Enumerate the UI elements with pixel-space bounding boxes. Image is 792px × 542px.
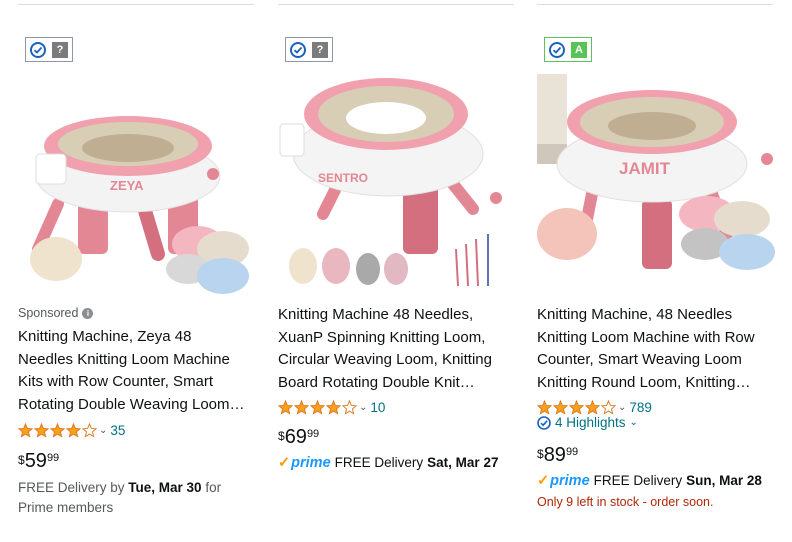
star-icon <box>342 399 357 415</box>
product-image[interactable]: JAMIT <box>537 64 777 296</box>
highlights-label: 4 Highlights <box>555 415 626 430</box>
star-icon <box>18 422 33 438</box>
star-rating[interactable] <box>278 399 357 415</box>
sponsored-text: Sponsored <box>18 306 79 320</box>
delivery-info: ✓ prime FREE Delivery Sun, Mar 28 <box>537 473 762 489</box>
brand-text: ZEYA <box>110 178 144 193</box>
title-line: Knitting Machine 48 Needles, <box>278 306 474 323</box>
extension-badges[interactable]: ? <box>285 37 333 62</box>
star-icon <box>34 422 49 438</box>
chevron-down-icon[interactable]: ⌄ <box>618 402 626 413</box>
title-line: Knitting Machine, 48 Needles <box>537 306 733 323</box>
delivery-date: Sun, Mar 28 <box>686 473 762 488</box>
info-icon[interactable]: i <box>82 307 94 319</box>
rating[interactable]: ⌄ 35 <box>18 421 125 439</box>
star-rating[interactable] <box>537 399 616 415</box>
star-icon <box>537 399 552 415</box>
product-image[interactable]: SENTRO <box>278 64 518 296</box>
title-line: Counter, Smart Weaving Loom <box>537 351 742 368</box>
delivery-info: ✓ prime FREE Delivery Sat, Mar 27 <box>278 455 498 471</box>
star-icon <box>294 399 309 415</box>
price-symbol: $ <box>18 453 25 467</box>
star-icon <box>553 399 568 415</box>
extension-badges[interactable]: ? <box>25 37 73 62</box>
star-icon <box>310 399 325 415</box>
delivery-suffix: for <box>201 480 222 495</box>
stock-warning: Only 9 left in stock - order soon. <box>537 495 714 509</box>
check-circle-icon <box>30 41 46 58</box>
grade-badge: ? <box>52 41 68 58</box>
prime-logo: ✓ prime <box>537 473 590 489</box>
highlights-link[interactable]: 4 Highlights ⌄ <box>537 415 638 430</box>
prime-check-icon: ✓ <box>537 473 550 489</box>
product-image[interactable]: ZEYA <box>18 64 258 296</box>
delivery-info: FREE Delivery by Tue, Mar 30 for Prime m… <box>18 478 256 518</box>
rating-count[interactable]: 10 <box>370 400 385 415</box>
rating-count[interactable]: 35 <box>110 423 125 438</box>
delivery-date: Tue, Mar 30 <box>128 480 202 495</box>
star-icon <box>585 399 600 415</box>
star-icon <box>278 399 293 415</box>
star-icon <box>326 399 341 415</box>
price-whole: 89 <box>543 444 566 466</box>
prime-check-icon: ✓ <box>278 455 291 471</box>
brand-text: JAMIT <box>619 159 671 178</box>
prime-logo: ✓ prime <box>278 455 331 471</box>
product-title[interactable]: Knitting Machine, 48 Needles Knitting Lo… <box>537 304 775 394</box>
rating[interactable]: ⌄ 789 <box>537 398 652 416</box>
price: $ 89 99 <box>537 444 578 466</box>
delivery-prefix: FREE Delivery by <box>18 480 129 495</box>
star-rating[interactable] <box>18 422 97 438</box>
star-icon <box>569 399 584 415</box>
divider <box>278 4 514 5</box>
price-fraction: 99 <box>46 452 60 464</box>
star-icon <box>82 422 97 438</box>
title-line: Knitting Loom Machine with Row <box>537 328 755 346</box>
title-line: Board Rotating Double Knit… <box>278 373 475 391</box>
title-line: Needles Knitting Loom Machine <box>18 350 230 368</box>
check-circle-icon <box>549 41 565 58</box>
sponsored-label[interactable]: Sponsored i <box>18 306 94 320</box>
price-fraction: 99 <box>306 428 320 440</box>
price-symbol: $ <box>278 429 285 443</box>
check-circle-icon <box>537 415 551 430</box>
star-icon <box>66 422 81 438</box>
brand-text: SENTRO <box>318 171 368 185</box>
title-line: Knitting Round Loom, Knitting… <box>537 373 751 391</box>
grade-badge: A <box>571 41 587 58</box>
delivery-prefix: FREE Delivery <box>334 455 424 470</box>
product-title[interactable]: Knitting Machine 48 Needles, XuanP Spinn… <box>278 304 516 394</box>
grade-badge: ? <box>312 41 328 58</box>
price-whole: 69 <box>284 426 307 448</box>
title-line: Kits with Row Counter, Smart <box>18 373 214 390</box>
extension-badges[interactable]: A <box>544 37 592 62</box>
title-line: XuanP Spinning Knitting Loom, <box>278 328 486 346</box>
star-icon <box>601 399 616 415</box>
delivery-prefix: FREE Delivery <box>593 473 683 488</box>
chevron-down-icon: ⌄ <box>629 417 638 428</box>
chevron-down-icon[interactable]: ⌄ <box>99 425 107 436</box>
delivery-date: Sat, Mar 27 <box>427 455 499 470</box>
title-line: Rotating Double Weaving Loom… <box>18 395 245 413</box>
title-line: Knitting Machine, Zeya 48 <box>18 328 192 345</box>
price-symbol: $ <box>537 447 544 461</box>
delivery-line2: Prime members <box>18 500 114 515</box>
chevron-down-icon[interactable]: ⌄ <box>359 402 367 413</box>
rating-count[interactable]: 789 <box>629 400 652 415</box>
price-fraction: 99 <box>565 446 579 458</box>
price-whole: 59 <box>24 450 47 472</box>
price: $ 59 99 <box>18 450 59 472</box>
divider <box>18 4 254 5</box>
check-circle-icon <box>290 41 306 58</box>
product-title[interactable]: Knitting Machine, Zeya 48 Needles Knitti… <box>18 326 256 416</box>
rating[interactable]: ⌄ 10 <box>278 398 385 416</box>
star-icon <box>50 422 65 438</box>
price: $ 69 99 <box>278 426 319 448</box>
title-line: Circular Weaving Loom, Knitting <box>278 351 492 368</box>
divider <box>537 4 773 5</box>
